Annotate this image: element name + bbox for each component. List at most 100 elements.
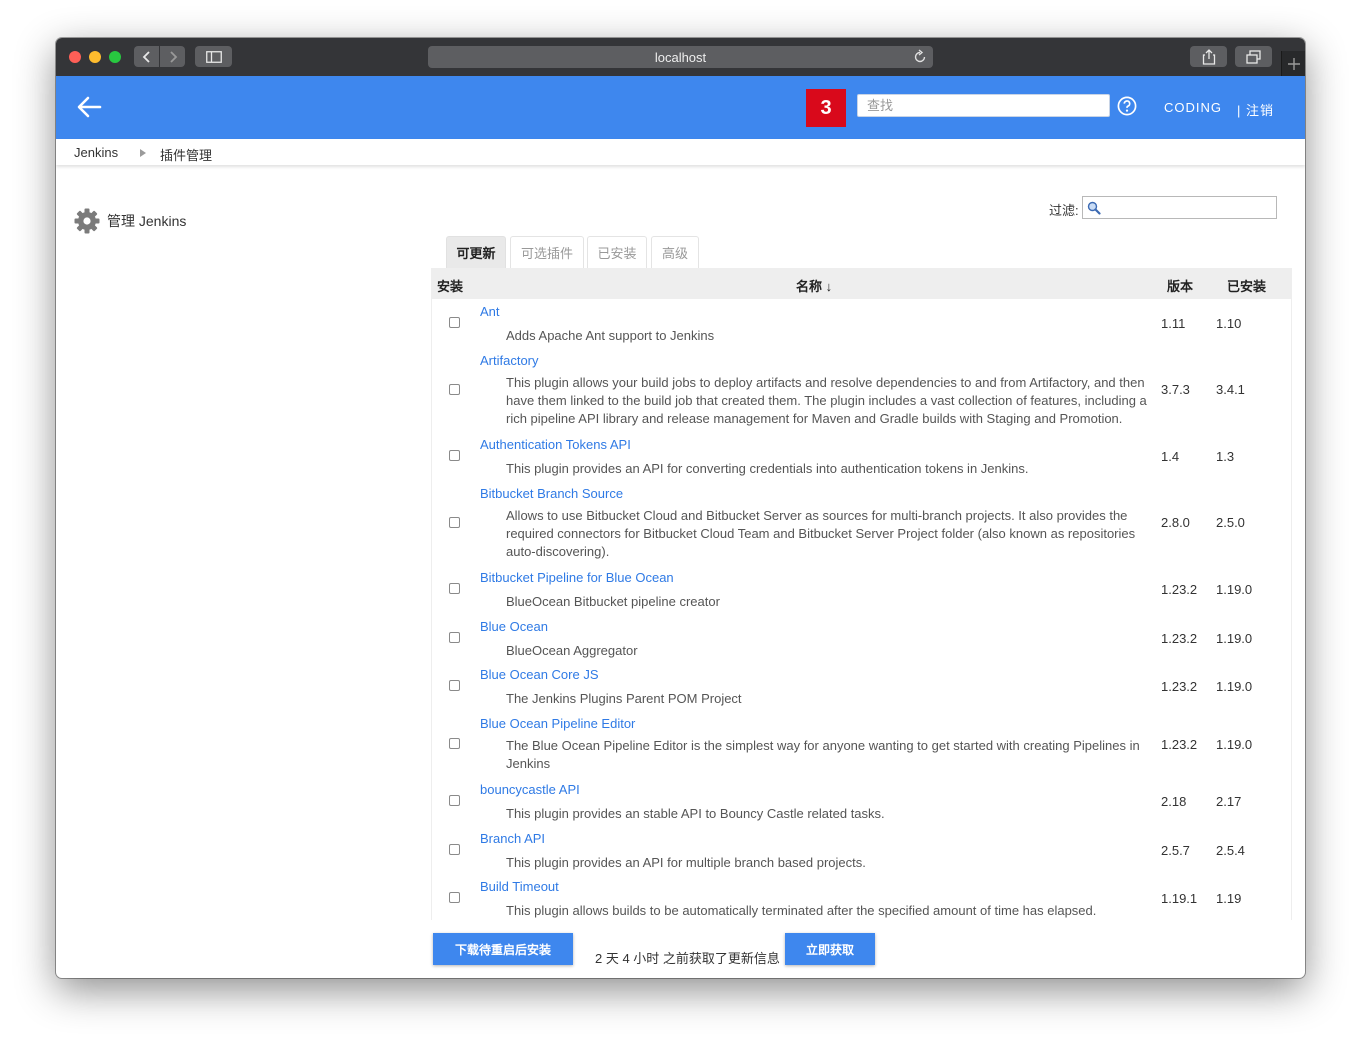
row-checkbox[interactable] <box>449 738 460 749</box>
plugin-name-link[interactable]: Bitbucket Branch Source <box>480 486 623 501</box>
tab-advanced[interactable]: 高级 <box>651 236 699 268</box>
address-text: localhost <box>654 49 707 65</box>
browser-window: localhost 3 查找 CODING | 注销 Jenkins 插件管理 <box>56 38 1305 978</box>
chevron-right-icon <box>169 50 177 63</box>
plugin-name-link[interactable]: Authentication Tokens API <box>480 437 631 452</box>
plugin-name-link[interactable]: Blue Ocean Pipeline Editor <box>480 716 635 731</box>
maximize-window-button[interactable] <box>109 51 121 63</box>
table-row: Blue Ocean Pipeline Editor The Blue Ocea… <box>432 711 1291 777</box>
row-checkbox[interactable] <box>449 450 460 461</box>
column-header-installed[interactable]: 已安装 <box>1227 276 1266 295</box>
close-window-button[interactable] <box>69 51 81 63</box>
plugin-description: BlueOcean Aggregator <box>506 643 638 658</box>
plugin-installed-version: 1.19.0 <box>1216 737 1253 752</box>
browser-titlebar: localhost <box>56 38 1305 77</box>
user-link[interactable]: CODING <box>1164 100 1222 115</box>
jenkins-header: 3 查找 CODING | 注销 <box>56 76 1305 139</box>
breadcrumb-item-plugin-manager[interactable]: 插件管理 <box>160 145 212 164</box>
row-checkbox[interactable] <box>449 384 460 395</box>
breadcrumb-item-jenkins[interactable]: Jenkins <box>74 145 118 160</box>
plugin-description: This plugin allows your build jobs to de… <box>506 375 1147 426</box>
column-header-name[interactable]: 名称 ↓ <box>796 276 832 295</box>
plugin-version: 1.4 <box>1161 449 1180 464</box>
tabs-overview-button[interactable] <box>1235 46 1272 67</box>
plugin-name-link[interactable]: Ant <box>480 304 500 319</box>
new-tab-button[interactable] <box>1281 51 1305 77</box>
sidebar-toggle-button[interactable] <box>195 46 232 67</box>
help-icon[interactable] <box>1117 96 1137 116</box>
plugin-description: This plugin allows builds to be automati… <box>506 903 1097 918</box>
minimize-window-button[interactable] <box>89 51 101 63</box>
plugin-installed-version: 2.5.0 <box>1216 515 1245 530</box>
table-row: Blue Ocean BlueOcean Aggregator 1.23.2 1… <box>432 614 1291 662</box>
plugin-version: 1.23.2 <box>1161 679 1198 694</box>
table-header: 安装 名称 ↓ 版本 已安装 <box>432 268 1291 299</box>
plugin-description: Allows to use Bitbucket Cloud and Bitbuc… <box>506 508 1136 559</box>
row-checkbox[interactable] <box>449 317 460 328</box>
sidebar-item-label: 管理 Jenkins <box>107 213 187 229</box>
table-row: Bitbucket Pipeline for Blue Ocean BlueOc… <box>432 565 1291 614</box>
sidebar-item-manage-jenkins[interactable]: 管理 Jenkins <box>74 208 186 234</box>
plugin-installed-version: 1.19.0 <box>1216 631 1253 646</box>
chevron-left-icon <box>142 50 150 63</box>
reload-icon[interactable] <box>913 49 927 64</box>
row-checkbox[interactable] <box>449 680 460 691</box>
back-nav-button[interactable] <box>134 46 159 67</box>
plugin-version: 2.18 <box>1161 794 1187 809</box>
plugin-installed-version: 1.19.0 <box>1216 679 1253 694</box>
forward-nav-button[interactable] <box>160 46 185 67</box>
plugin-installed-version: 1.19 <box>1216 891 1242 906</box>
plugin-description: This plugin provides an API for converti… <box>506 461 1029 476</box>
address-bar[interactable]: localhost <box>428 46 933 68</box>
plugin-description: Adds Apache Ant support to Jenkins <box>506 328 715 343</box>
plugin-name-link[interactable]: bouncycastle API <box>480 782 580 797</box>
plugin-version: 2.5.7 <box>1161 843 1190 858</box>
download-install-after-restart-button[interactable]: 下载待重启后安装 <box>433 933 573 965</box>
plugin-name-link[interactable]: Build Timeout <box>480 879 559 894</box>
plugin-installed-version: 1.19.0 <box>1216 582 1253 597</box>
table-row: Build Timeout This plugin allows builds … <box>432 874 1291 920</box>
plugin-installed-version: 1.3 <box>1216 449 1235 464</box>
row-checkbox[interactable] <box>449 517 460 528</box>
gear-icon <box>74 208 100 234</box>
filter-input[interactable] <box>1082 196 1277 219</box>
search-input[interactable]: 查找 <box>857 94 1110 117</box>
table-row: bouncycastle API This plugin provides an… <box>432 777 1291 826</box>
table-body: Ant Adds Apache Ant support to Jenkins 1… <box>432 299 1291 920</box>
logout-link[interactable]: | 注销 <box>1237 100 1274 119</box>
table-row: Artifactory This plugin allows your buil… <box>432 348 1291 432</box>
plugin-description: BlueOcean Bitbucket pipeline creator <box>506 594 720 609</box>
column-header-install[interactable]: 安装 <box>437 276 463 295</box>
row-checkbox[interactable] <box>449 892 460 903</box>
plus-icon <box>1288 58 1300 70</box>
plugin-name-link[interactable]: Branch API <box>480 831 545 846</box>
breadcrumb-separator-icon <box>140 149 146 157</box>
plugin-name-link[interactable]: Artifactory <box>480 353 539 368</box>
column-header-version[interactable]: 版本 <box>1167 276 1193 295</box>
row-checkbox[interactable] <box>449 583 460 594</box>
plugin-version: 1.23.2 <box>1161 582 1198 597</box>
notification-badge[interactable]: 3 <box>806 89 846 127</box>
share-button[interactable] <box>1190 46 1227 67</box>
table-row: Ant Adds Apache Ant support to Jenkins 1… <box>432 299 1291 348</box>
fetch-now-button[interactable]: 立即获取 <box>785 933 875 965</box>
tab-updates[interactable]: 可更新 <box>446 236 506 268</box>
plugin-name-link[interactable]: Blue Ocean Core JS <box>480 667 599 682</box>
row-checkbox[interactable] <box>449 632 460 643</box>
search-icon <box>1087 201 1101 215</box>
arrow-left-icon[interactable] <box>76 95 102 119</box>
row-checkbox[interactable] <box>449 795 460 806</box>
plugin-description: The Blue Ocean Pipeline Editor is the si… <box>506 738 1140 771</box>
plugin-name-link[interactable]: Blue Ocean <box>480 619 548 634</box>
plugin-description: This plugin provides an API for multiple… <box>506 855 866 870</box>
plugin-installed-version: 2.5.4 <box>1216 843 1245 858</box>
plugin-name-link[interactable]: Bitbucket Pipeline for Blue Ocean <box>480 570 674 585</box>
tab-installed[interactable]: 已安装 <box>587 236 647 268</box>
filter-label: 过滤: <box>1049 203 1079 218</box>
table-row: Blue Ocean Core JS The Jenkins Plugins P… <box>432 662 1291 711</box>
row-checkbox[interactable] <box>449 844 460 855</box>
update-info-text: 2 天 4 小时 之前获取了更新信息 <box>595 951 780 966</box>
table-row: Authentication Tokens API This plugin pr… <box>432 432 1291 481</box>
tab-available[interactable]: 可选插件 <box>510 236 584 268</box>
table-row: Bitbucket Branch Source Allows to use Bi… <box>432 481 1291 565</box>
